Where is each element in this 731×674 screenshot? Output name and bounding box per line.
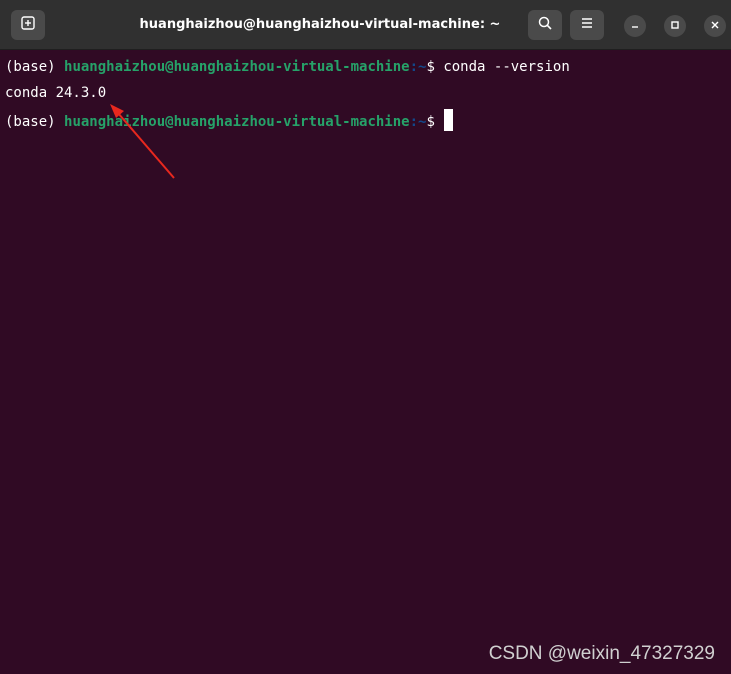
terminal-output[interactable]: (base) huanghaizhou@huanghaizhou-virtual… <box>0 51 731 674</box>
maximize-icon <box>670 17 680 35</box>
new-tab-icon <box>20 15 36 36</box>
close-icon <box>710 17 720 35</box>
hamburger-menu-icon <box>580 16 594 35</box>
window-title: huanghaizhou@huanghaizhou-virtual-machin… <box>139 17 501 32</box>
user-host: huanghaizhou@huanghaizhou-virtual-machin… <box>64 59 410 75</box>
new-tab-button[interactable] <box>11 10 45 40</box>
close-button[interactable] <box>704 15 726 37</box>
minimize-button[interactable] <box>624 15 646 37</box>
command-output: conda 24.3.0 <box>5 85 107 101</box>
prompt-symbol: $ <box>426 59 444 75</box>
user-host: huanghaizhou@huanghaizhou-virtual-machin… <box>64 114 410 130</box>
terminal-line: (base) huanghaizhou@huanghaizhou-virtual… <box>5 57 570 77</box>
maximize-button[interactable] <box>664 15 686 37</box>
search-button[interactable] <box>528 10 562 40</box>
terminal-line: conda 24.3.0 <box>5 83 106 103</box>
minimize-icon <box>630 17 640 35</box>
watermark: CSDN @weixin_47327329 <box>488 643 715 664</box>
conda-env-label: (base) <box>5 59 65 75</box>
menu-button[interactable] <box>570 10 604 40</box>
terminal-line: (base) huanghaizhou@huanghaizhou-virtual… <box>5 109 454 131</box>
command-text: conda --version <box>443 59 570 75</box>
prompt-symbol: $ <box>426 114 444 130</box>
terminal-window: huanghaizhou@huanghaizhou-virtual-machin… <box>0 0 731 674</box>
prompt-path: :~ <box>409 114 427 130</box>
prompt-path: :~ <box>409 59 427 75</box>
search-icon <box>537 15 553 36</box>
text-cursor <box>444 109 454 131</box>
conda-env-label: (base) <box>5 114 65 130</box>
header-bar: huanghaizhou@huanghaizhou-virtual-machin… <box>0 0 731 50</box>
